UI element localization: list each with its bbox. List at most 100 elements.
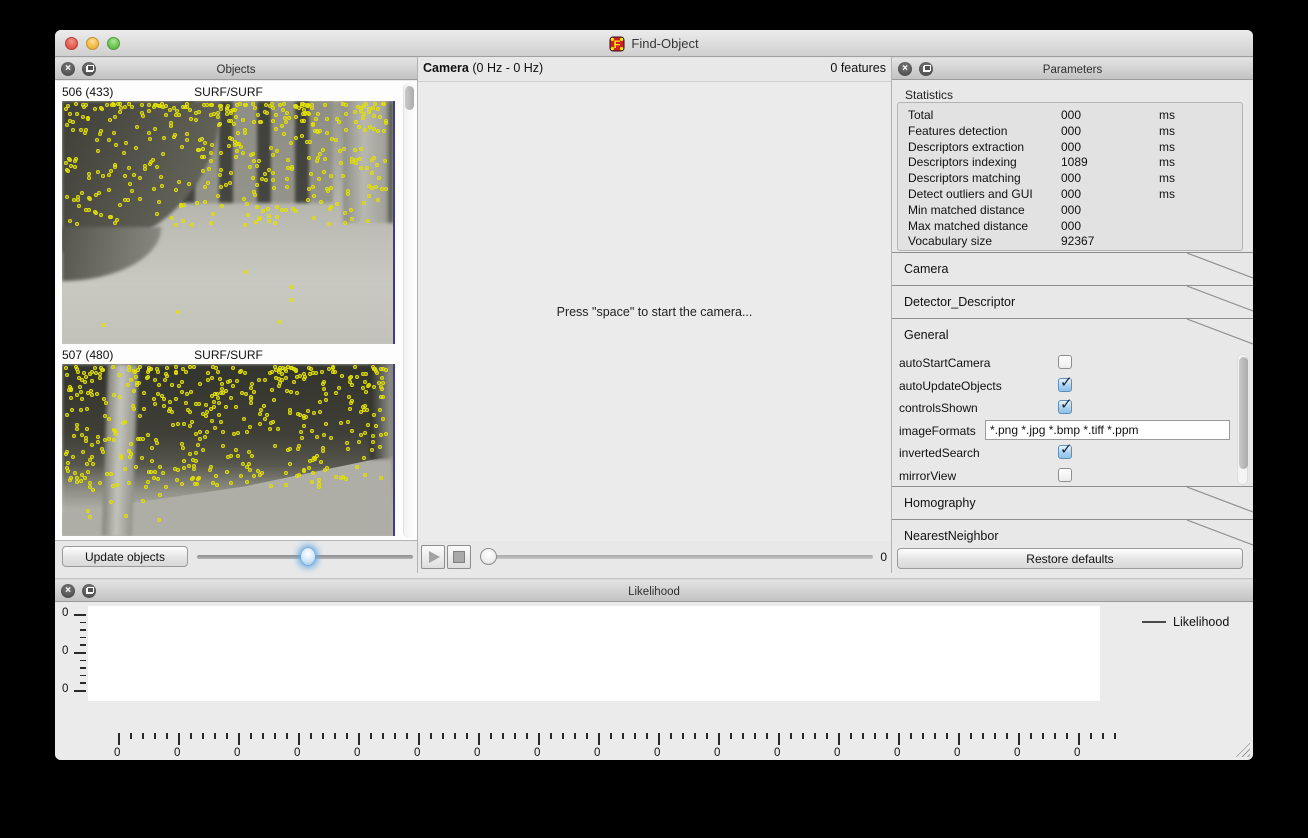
x-axis-label: 0: [954, 747, 961, 759]
float-icon[interactable]: [82, 584, 96, 598]
feature-point: [228, 135, 233, 140]
feature-point: [79, 191, 84, 196]
feature-point: [208, 159, 213, 164]
objects-scrollbar[interactable]: [403, 83, 415, 538]
x-axis-minor-tick: [346, 733, 348, 739]
objects-size-slider-handle[interactable]: [300, 547, 316, 566]
feature-point: [193, 458, 198, 463]
x-axis-minor-tick: [190, 733, 192, 739]
feature-point: [69, 407, 74, 412]
feature-point: [251, 119, 256, 124]
x-axis-minor-tick: [1066, 733, 1068, 739]
parameters-scrollbar[interactable]: [1237, 354, 1248, 485]
section-homography[interactable]: Homography: [892, 486, 1253, 520]
parameters-dock-header[interactable]: × Parameters: [892, 57, 1253, 80]
x-axis-minor-tick: [814, 733, 816, 739]
feature-point: [321, 169, 326, 174]
feature-point: [128, 441, 133, 446]
objects-dock-header[interactable]: × Objects: [55, 57, 417, 80]
feature-point: [77, 384, 82, 389]
play-button[interactable]: [421, 545, 445, 569]
invertedSearch-checkbox[interactable]: ✓: [1058, 441, 1073, 459]
restore-defaults-button[interactable]: Restore defaults: [897, 548, 1243, 569]
feature-point: [362, 200, 367, 205]
feature-point: [262, 172, 267, 177]
autoUpdateObjects-checkbox[interactable]: ✓: [1058, 374, 1073, 392]
x-axis-label: 0: [174, 747, 181, 759]
objects-list[interactable]: 506 (433) SURF/SURF 507 (480) SURF/SURF: [55, 81, 417, 541]
feature-point: [71, 434, 76, 439]
parameters-scrollbar-thumb[interactable]: [1239, 357, 1248, 469]
y-axis-major-tick: [74, 690, 86, 692]
feature-point: [89, 442, 94, 447]
feature-point: [81, 449, 86, 454]
x-axis-major-tick: [178, 733, 180, 745]
feature-point: [375, 107, 380, 112]
camera-footer: 0: [418, 542, 891, 573]
float-icon[interactable]: [919, 62, 933, 76]
frame-slider-handle[interactable]: [480, 548, 497, 565]
feature-point: [288, 297, 293, 302]
likelihood-dock-header[interactable]: × Likelihood: [55, 579, 1253, 602]
object-image-506[interactable]: [62, 101, 395, 344]
feature-point: [232, 142, 237, 147]
x-axis-minor-tick: [514, 733, 516, 739]
autoStartCamera-checkbox[interactable]: [1058, 355, 1072, 369]
object-image-507[interactable]: [62, 364, 395, 536]
feature-point: [383, 432, 388, 437]
close-icon[interactable]: ×: [898, 62, 912, 76]
feature-point: [125, 382, 130, 387]
feature-point: [257, 472, 262, 477]
feature-point: [64, 412, 69, 417]
feature-point: [297, 443, 302, 448]
controlsShown-checkbox[interactable]: ✓: [1058, 396, 1073, 414]
resize-grip[interactable]: [1235, 742, 1250, 757]
titlebar[interactable]: F Find-Object: [55, 30, 1253, 57]
param-row: mirrorView: [892, 465, 1253, 488]
feature-point: [86, 172, 91, 177]
feature-point: [264, 177, 269, 182]
feature-point: [180, 218, 185, 223]
imageFormats-input[interactable]: [985, 419, 1230, 440]
y-axis-label: 0: [62, 645, 69, 657]
feature-point: [130, 188, 135, 193]
section-detector-descriptor[interactable]: Detector_Descriptor: [892, 285, 1253, 319]
feature-point: [176, 180, 181, 185]
section-general[interactable]: General: [892, 318, 1253, 352]
close-icon[interactable]: ×: [61, 584, 75, 598]
feature-point: [284, 176, 289, 181]
feature-point: [316, 176, 321, 181]
feature-point: [205, 180, 210, 185]
x-axis-major-tick: [718, 733, 720, 745]
stop-button[interactable]: [447, 545, 471, 569]
likelihood-plot-area: [88, 606, 1100, 701]
feature-point: [131, 388, 136, 393]
update-objects-button[interactable]: Update objects: [62, 546, 188, 567]
camera-header: Camera (0 Hz - 0 Hz) 0 features: [418, 57, 891, 80]
x-axis-label: 0: [1014, 747, 1021, 759]
close-icon[interactable]: ×: [61, 62, 75, 76]
x-axis-minor-tick: [142, 733, 144, 739]
feature-point: [313, 371, 318, 376]
feature-point: [254, 219, 259, 224]
feature-point: [339, 160, 343, 165]
feature-point: [106, 137, 111, 142]
x-axis-minor-tick: [370, 733, 372, 739]
feature-point: [193, 432, 198, 437]
feature-point: [230, 384, 235, 389]
feature-point: [289, 164, 294, 169]
stat-row: Total 000 ms: [908, 108, 1175, 122]
likelihood-panel-title: Likelihood: [628, 585, 680, 598]
feature-point: [323, 391, 328, 396]
param-row: autoStartCamera: [892, 352, 1253, 375]
mirrorView-checkbox[interactable]: [1058, 467, 1072, 482]
feature-point: [163, 484, 168, 489]
float-icon[interactable]: [82, 62, 96, 76]
section-camera[interactable]: Camera: [892, 252, 1253, 286]
feature-point: [157, 492, 162, 497]
x-axis-major-tick: [538, 733, 540, 745]
feature-point: [114, 482, 119, 487]
objects-scrollbar-thumb[interactable]: [405, 86, 414, 110]
x-axis-minor-tick: [574, 733, 576, 739]
frame-slider[interactable]: [480, 555, 873, 559]
